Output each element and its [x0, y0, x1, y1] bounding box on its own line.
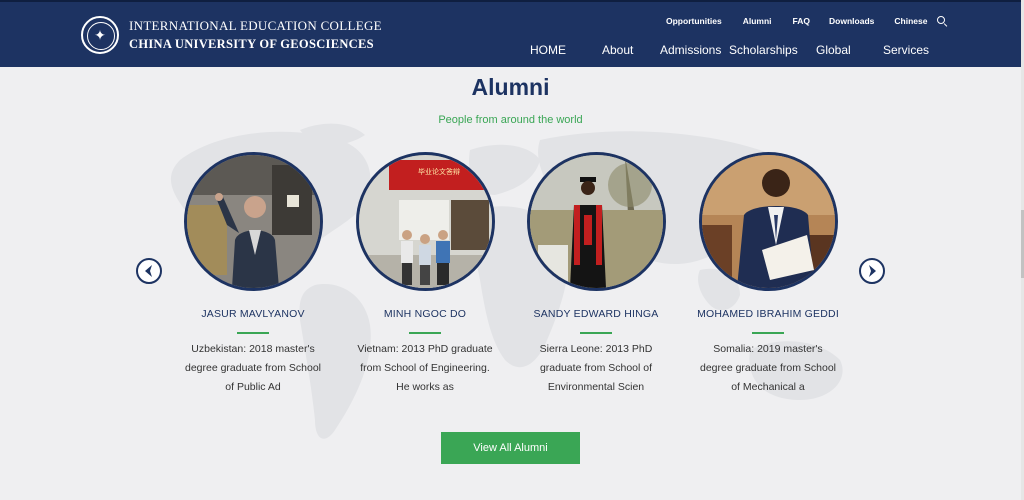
- top-link-opportunities[interactable]: Opportunities: [666, 16, 722, 26]
- nav-home[interactable]: HOME: [530, 43, 566, 57]
- arrow-right-icon: [869, 265, 876, 277]
- carousel-next-button[interactable]: [859, 258, 885, 284]
- top-link-downloads[interactable]: Downloads: [829, 16, 874, 26]
- name-divider: [409, 332, 441, 334]
- alumni-name: MINH NGOC DO: [383, 308, 467, 320]
- search-icon[interactable]: [937, 16, 947, 26]
- alumni-photo: [183, 152, 323, 291]
- name-divider: [580, 332, 612, 334]
- top-link-chinese[interactable]: Chinese: [894, 16, 927, 26]
- alumni-description: Sierra Leone: 2013 PhD graduate from Sch…: [539, 343, 653, 393]
- alumni-description: Uzbekistan: 2018 master's degree graduat…: [184, 343, 321, 393]
- nav-services[interactable]: Services: [883, 43, 929, 57]
- alumni-name: MOHAMED IBRAHIM GEDDI: [697, 308, 839, 320]
- svg-text:毕业论文答辩: 毕业论文答辩: [418, 167, 460, 176]
- alumni-name: JASUR MAVLYANOV: [201, 308, 305, 320]
- carousel-prev-button[interactable]: [136, 258, 162, 284]
- top-links: Opportunities Alumni FAQ Downloads Chine…: [666, 16, 947, 26]
- alumni-photo: 毕业论文答辩: [355, 152, 495, 291]
- logo-title: INTERNATIONAL EDUCATION COLLEGE: [129, 18, 382, 33]
- arrow-left-icon: [145, 265, 152, 277]
- nav-global[interactable]: Global: [816, 43, 851, 57]
- name-divider: [752, 332, 784, 334]
- alumni-description: Somalia: 2019 master's degree graduate f…: [699, 343, 836, 393]
- top-link-faq[interactable]: FAQ: [793, 16, 810, 26]
- alumni-description: Vietnam: 2013 PhD graduate from School o…: [357, 343, 493, 393]
- top-link-alumni[interactable]: Alumni: [743, 16, 772, 26]
- alumni-photo: [526, 152, 666, 291]
- main-nav: HOME About Admissions Scholarships Globa…: [0, 43, 1021, 59]
- alumni-photo: [698, 152, 838, 291]
- alumni-name: SANDY EDWARD HINGA: [533, 308, 659, 320]
- view-all-alumni-button[interactable]: View All Alumni: [441, 432, 580, 464]
- nav-scholarships[interactable]: Scholarships: [729, 43, 798, 57]
- alumni-card[interactable]: SANDY EDWARD HINGA Sierra Leone: 2013 Ph…: [506, 152, 686, 397]
- section-subtitle: People from around the world: [438, 114, 583, 126]
- section-title: Alumni: [471, 74, 550, 100]
- nav-about[interactable]: About: [602, 43, 633, 57]
- name-divider: [237, 332, 269, 334]
- nav-admissions[interactable]: Admissions: [660, 43, 721, 57]
- alumni-card[interactable]: 毕业论文答辩 MINH NGOC DO Vietnam: 2013 PhD gr…: [335, 152, 515, 397]
- alumni-card[interactable]: JASUR MAVLYANOV Uzbekistan: 2018 master'…: [163, 152, 343, 397]
- alumni-card[interactable]: MOHAMED IBRAHIM GEDDI Somalia: 2019 mast…: [678, 152, 858, 397]
- site-header: INTERNATIONAL EDUCATION COLLEGE CHINA UN…: [0, 0, 1021, 67]
